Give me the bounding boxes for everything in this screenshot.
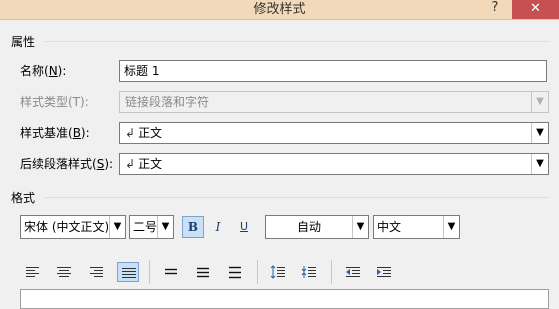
properties-section-label: 属性 — [11, 35, 36, 49]
single-spacing-button[interactable] — [160, 262, 182, 282]
toolbar-divider — [331, 260, 332, 284]
paragraph-return-icon: ↲ — [125, 157, 136, 171]
name-label: 名称(N): — [20, 64, 67, 78]
title-bar: 修改样式 ? ✕ — [0, 0, 559, 20]
based-on-label: 样式基准(B): — [20, 126, 90, 140]
align-center-icon — [57, 267, 71, 277]
align-left-icon — [26, 267, 39, 277]
language-select[interactable]: 中文 ▼ — [373, 215, 460, 239]
format-section-label: 格式 — [11, 191, 36, 205]
help-button[interactable]: ? — [480, 0, 510, 19]
font-size-select[interactable]: 二号 ▼ — [129, 215, 174, 239]
chevron-down-icon[interactable]: ▼ — [531, 123, 548, 143]
chevron-down-icon: ▼ — [531, 92, 548, 112]
increase-indent-icon — [377, 267, 391, 277]
paragraph-spacing-decrease-icon — [301, 266, 316, 278]
chevron-down-icon[interactable]: ▼ — [157, 216, 173, 238]
align-right-button[interactable] — [85, 262, 107, 282]
chevron-down-icon[interactable]: ▼ — [352, 216, 368, 238]
paragraph-return-icon: ↲ — [125, 126, 136, 140]
properties-divider — [44, 41, 549, 42]
format-divider — [44, 197, 549, 198]
following-style-value: ↲ 正文 — [125, 157, 163, 171]
style-type-label: 样式类型(T): — [20, 95, 89, 109]
justify-icon — [122, 268, 136, 278]
underline-button[interactable]: U — [233, 216, 255, 238]
chevron-down-icon[interactable]: ▼ — [109, 216, 125, 238]
language-value: 中文 — [377, 220, 402, 234]
style-type-value: 链接段落和字符 — [125, 95, 210, 109]
name-input[interactable]: 标题 1 — [119, 60, 547, 82]
close-button[interactable]: ✕ — [512, 0, 559, 19]
double-spacing-button[interactable] — [224, 262, 246, 282]
based-on-value: ↲ 正文 — [125, 126, 163, 140]
justify-button[interactable] — [117, 262, 139, 282]
following-style-select[interactable]: ↲ 正文 ▼ — [119, 153, 549, 175]
close-icon: ✕ — [530, 1, 541, 16]
line-spacing-one-half-icon — [197, 267, 209, 278]
align-right-icon — [90, 267, 103, 277]
based-on-select[interactable]: ↲ 正文 ▼ — [119, 122, 549, 144]
paragraph-spacing-increase-icon — [270, 265, 285, 279]
chevron-down-icon[interactable]: ▼ — [531, 154, 548, 174]
increase-paragraph-spacing-button[interactable] — [267, 262, 289, 282]
decrease-paragraph-spacing-button[interactable] — [298, 262, 320, 282]
align-left-button[interactable] — [22, 262, 44, 282]
font-select[interactable]: 宋体 (中文正文) ▼ — [20, 215, 126, 239]
increase-indent-button[interactable] — [373, 262, 395, 282]
preview-pane — [20, 289, 549, 309]
window-title: 修改样式 — [253, 2, 306, 17]
style-type-select: 链接段落和字符 ▼ — [119, 91, 549, 113]
font-value: 宋体 (中文正文) — [24, 220, 108, 234]
font-color-select[interactable]: 自动 ▼ — [265, 215, 369, 239]
toolbar-divider — [257, 260, 258, 284]
one-half-spacing-button[interactable] — [192, 262, 214, 282]
following-style-label: 后续段落样式(S): — [20, 157, 114, 171]
decrease-indent-button[interactable] — [342, 262, 364, 282]
font-size-value: 二号 — [133, 220, 158, 234]
line-spacing-single-icon — [165, 268, 177, 275]
font-color-value: 自动 — [296, 220, 321, 234]
bold-button[interactable]: B — [182, 216, 204, 238]
italic-button[interactable]: I — [207, 216, 229, 238]
align-center-button[interactable] — [53, 262, 75, 282]
toolbar-divider — [149, 260, 150, 284]
line-spacing-double-icon — [229, 266, 241, 279]
chevron-down-icon[interactable]: ▼ — [443, 216, 459, 238]
decrease-indent-icon — [346, 267, 360, 277]
